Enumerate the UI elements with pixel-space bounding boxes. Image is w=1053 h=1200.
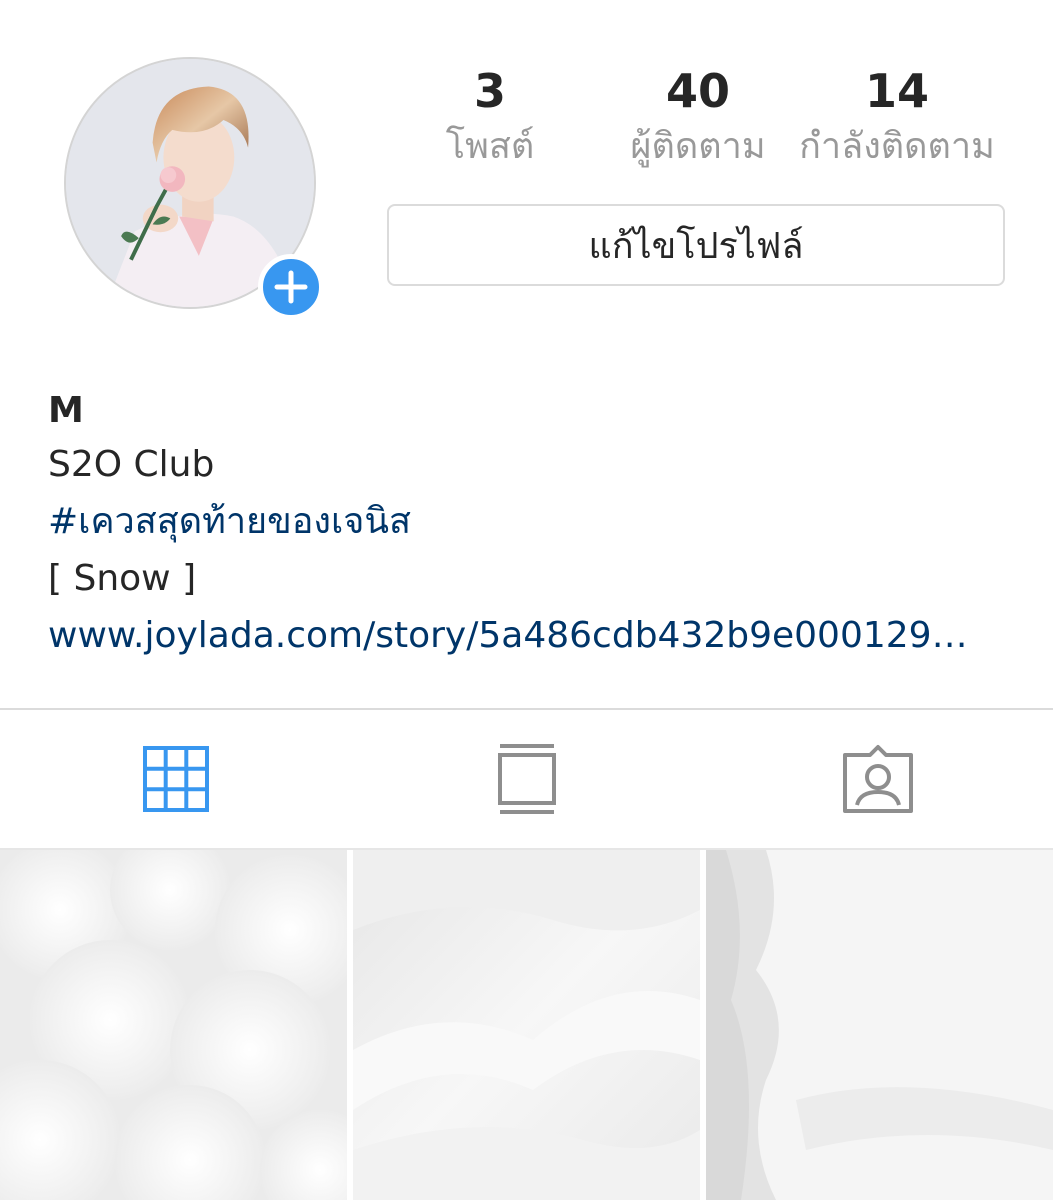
bio-website-link[interactable]: www.joylada.com/story/5a486cdb432b9e0001… xyxy=(48,607,1008,664)
clouds-photo xyxy=(0,850,347,1200)
post-grid xyxy=(0,850,1053,1200)
tab-feed[interactable] xyxy=(351,710,702,848)
tagged-icon xyxy=(842,745,913,813)
add-story-button[interactable] xyxy=(258,254,324,320)
bio-line: [ Snow ] xyxy=(48,558,197,599)
grid-icon xyxy=(142,746,209,812)
feed-icon xyxy=(497,744,556,814)
posts-count: 3 xyxy=(473,64,506,118)
snow-photo xyxy=(353,850,700,1200)
profile-bio: M S2O Club #เควสสุดท้ายของเจนิส [ Snow ]… xyxy=(48,386,1008,664)
posts-label: โพสต์ xyxy=(445,126,535,167)
profile-name: M xyxy=(48,390,84,431)
edit-profile-button[interactable]: แก้ไขโปรไฟล์ xyxy=(387,204,1005,286)
tab-tagged[interactable] xyxy=(702,710,1053,848)
stat-following[interactable]: 14 กำลังติดตาม xyxy=(797,60,997,172)
following-count: 14 xyxy=(864,64,929,118)
followers-label: ผู้ติดตาม xyxy=(630,126,766,167)
post-thumbnail[interactable] xyxy=(0,850,347,1200)
profile-stats: 3 โพสต์ 40 ผู้ติดตาม 14 กำลังติดตาม xyxy=(385,60,1005,185)
stat-posts[interactable]: 3 โพสต์ xyxy=(385,60,595,172)
post-thumbnail[interactable] xyxy=(353,850,700,1200)
followers-count: 40 xyxy=(665,64,730,118)
bio-hashtag[interactable]: #เควสสุดท้ายของเจนิส xyxy=(48,493,1008,550)
post-thumbnail[interactable] xyxy=(706,850,1053,1200)
bio-line: S2O Club xyxy=(48,444,215,485)
snow-field-photo xyxy=(706,850,1053,1200)
profile-tabs xyxy=(0,710,1053,848)
plus-icon xyxy=(274,270,308,304)
tab-grid[interactable] xyxy=(0,710,351,848)
following-label: กำลังติดตาม xyxy=(799,126,995,167)
stat-followers[interactable]: 40 ผู้ติดตาม xyxy=(593,60,803,172)
